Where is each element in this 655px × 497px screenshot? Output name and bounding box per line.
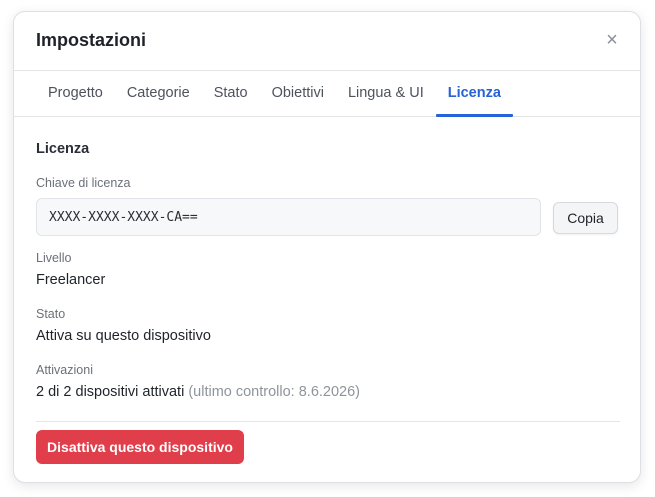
- status-value: Attiva su questo dispositivo: [36, 328, 211, 344]
- dialog-header: Impostazioni ×: [14, 12, 640, 71]
- divider: [36, 421, 620, 422]
- tab-bar: Progetto Categorie Stato Obiettivi Lingu…: [14, 71, 640, 117]
- activations-value: 2 di 2 dispositivi attivati: [36, 384, 185, 400]
- level-label: Livello: [36, 251, 72, 265]
- settings-dialog: Impostazioni × Progetto Categorie Stato …: [13, 11, 641, 483]
- tab-categorie[interactable]: Categorie: [115, 71, 202, 116]
- license-key-field[interactable]: [36, 198, 541, 236]
- status-label: Stato: [36, 307, 66, 321]
- dialog-title: Impostazioni: [36, 30, 147, 50]
- activations-note: (ultimo controllo: 8.6.2026): [188, 384, 360, 400]
- tab-stato[interactable]: Stato: [202, 71, 260, 116]
- activations-label: Attivazioni: [36, 363, 93, 377]
- tab-lingua-ui[interactable]: Lingua & UI: [336, 71, 436, 116]
- deactivate-device-button[interactable]: Disattiva questo dispositivo: [36, 430, 244, 464]
- tab-licenza[interactable]: Licenza: [435, 71, 514, 117]
- level-value: Freelancer: [36, 272, 106, 288]
- copy-button[interactable]: Copia: [553, 202, 618, 234]
- activations-line: 2 di 2 dispositivi attivati (ultimo cont…: [36, 384, 360, 400]
- section-title: Licenza: [36, 141, 90, 157]
- license-key-row: Copia: [36, 198, 620, 236]
- close-icon[interactable]: ×: [604, 30, 620, 50]
- tab-progetto[interactable]: Progetto: [36, 71, 115, 116]
- tab-obiettivi[interactable]: Obiettivi: [260, 71, 336, 116]
- license-key-label: Chiave di licenza: [36, 176, 131, 190]
